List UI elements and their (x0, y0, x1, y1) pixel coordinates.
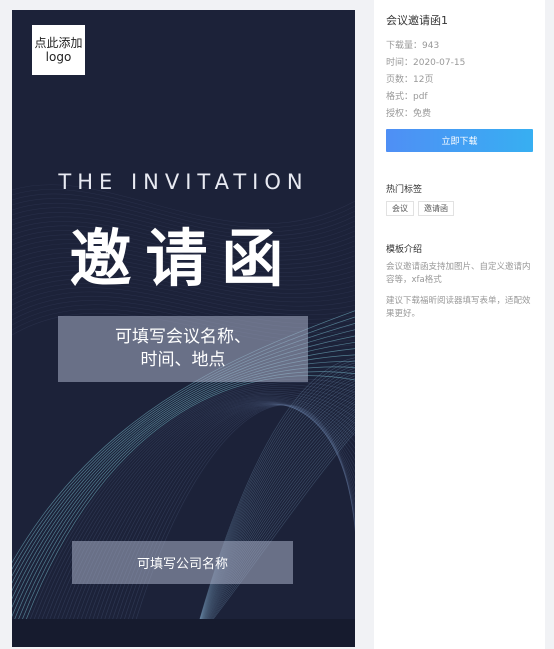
logo-line-2: logo (45, 50, 72, 64)
wave-line (47, 394, 355, 647)
meta-time: 时间：2020-07-15 (386, 58, 466, 68)
meeting-line-1: 可填写会议名称、 (115, 327, 251, 347)
meeting-info-field[interactable]: 可填写会议名称、 时间、地点 (58, 316, 308, 382)
company-text: 可填写公司名称 (136, 557, 228, 572)
bottom-strip (12, 619, 355, 647)
meta-format: 格式：pdf (386, 92, 428, 102)
wave-line (191, 431, 355, 647)
download-button[interactable]: 立即下载 (386, 129, 533, 152)
invitation-preview: 点此添加 logo THE INVITATION 邀请函 可填写会议名称、 时间… (12, 10, 355, 647)
tag-item[interactable]: 会议 (386, 201, 414, 216)
document-meta: 下载量：943 时间：2020-07-15 页数：12页 格式：pdf 授权：免… (386, 38, 533, 123)
wave-line (12, 341, 355, 600)
wave-line (87, 402, 355, 647)
intro-title: 模板介绍 (386, 245, 423, 255)
meeting-line-2: 时间、地点 (140, 350, 226, 370)
wave-line (15, 375, 355, 647)
tag-list: 会议 邀请函 (386, 201, 533, 216)
wave-line (123, 404, 355, 647)
logo-line-1: 点此添加 (34, 36, 83, 50)
meta-downloads: 下载量：943 (386, 41, 440, 51)
intro-tip: 建议下载福昕阅读器填写表单，适配效果更好。 (386, 296, 531, 319)
document-title: 会议邀请函1 (386, 14, 448, 27)
meta-pages: 页数：12页 (386, 75, 434, 85)
heading-english: THE INVITATION (58, 170, 309, 194)
add-logo-placeholder[interactable]: 点此添加 logo (32, 25, 85, 75)
wave-line (103, 404, 355, 647)
tag-item[interactable]: 邀请函 (418, 201, 454, 216)
hot-tags-title: 热门标签 (386, 185, 423, 195)
meta-license: 授权：免费 (386, 109, 432, 119)
details-panel: 会议邀请函1 下载量：943 时间：2020-07-15 页数：12页 格式：p… (374, 0, 545, 649)
heading-chinese: 邀请函 (69, 222, 298, 295)
intro-text: 会议邀请函支持加图片、自定义邀请内容等，xfa格式 (386, 262, 531, 285)
wave-line (31, 387, 355, 647)
company-name-field[interactable]: 可填写公司名称 (72, 541, 293, 584)
wave-line (75, 401, 355, 647)
